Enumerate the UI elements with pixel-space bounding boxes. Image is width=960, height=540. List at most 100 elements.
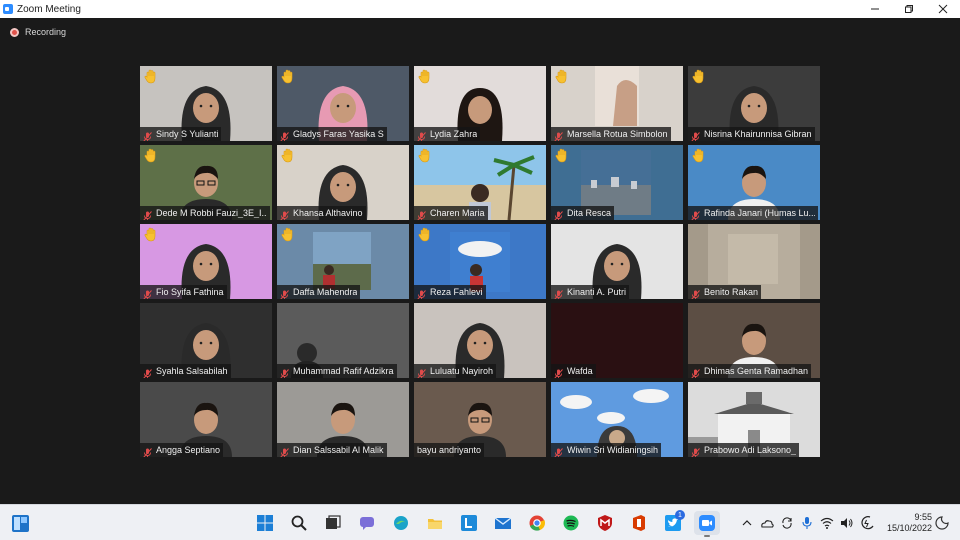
participant-tile[interactable]: Fio Syifa Fathina <box>140 224 272 299</box>
clock[interactable]: 9:55 15/10/2022 <box>880 512 932 534</box>
l-app-icon[interactable] <box>456 511 482 535</box>
muted-microphone-icon <box>143 129 152 141</box>
participant-name: Dita Resca <box>567 208 612 218</box>
recording-icon <box>10 27 19 37</box>
participant-name: Rafinda Janari (Humas Lu... <box>704 208 815 218</box>
chevron-up-icon[interactable] <box>740 516 754 530</box>
mcafee-icon[interactable] <box>592 511 618 535</box>
system-tray <box>740 511 874 535</box>
raised-hand-icon <box>144 69 158 84</box>
participant-name: Syahla Salsabilah <box>156 366 228 376</box>
participant-name: Dede M Robbi Fauzi_3E_I... <box>156 208 267 218</box>
participant-name: Wafda <box>567 366 593 376</box>
participant-tile[interactable]: Lydia Zahra <box>414 66 546 141</box>
volume-icon[interactable] <box>840 516 854 530</box>
participant-tile[interactable]: Angga Septiano <box>140 382 272 457</box>
notification-icon[interactable] <box>935 516 949 530</box>
raised-hand-icon <box>418 148 432 163</box>
participant-tile[interactable]: Wiwin Sri Widianingsih <box>551 382 683 457</box>
participant-tile[interactable]: Prabowo Adi Laksono_ <box>688 382 820 457</box>
participant-name: Muhammad Rafif Adzikra <box>293 366 394 376</box>
participant-tile[interactable]: Daffa Mahendra <box>277 224 409 299</box>
participant-name: Prabowo Adi Laksono_ <box>704 445 797 455</box>
onedrive-icon[interactable] <box>760 516 774 530</box>
participant-nameplate: Luluatu Nayiroh <box>414 364 497 378</box>
task-view-icon[interactable] <box>320 511 346 535</box>
participant-tile[interactable]: Sindy S Yulianti <box>140 66 272 141</box>
muted-microphone-icon <box>554 129 563 141</box>
window-controls <box>858 0 960 18</box>
participant-nameplate: Fio Syifa Fathina <box>140 285 227 299</box>
search-icon[interactable] <box>286 511 312 535</box>
chat-icon[interactable] <box>354 511 380 535</box>
microphone-icon[interactable] <box>800 516 814 530</box>
notification-badge: 1 <box>675 510 685 520</box>
participant-name: Nisrina Khairunnisa Gibran <box>704 129 812 139</box>
participant-name: Marsella Rotua Simbolon <box>567 129 668 139</box>
muted-microphone-icon <box>554 445 563 457</box>
participant-name: Angga Septiano <box>156 445 221 455</box>
participant-tile[interactable]: Marsella Rotua Simbolon <box>551 66 683 141</box>
participant-tile[interactable]: Khansa Althavino <box>277 145 409 220</box>
muted-microphone-icon <box>691 445 700 457</box>
zoom-icon[interactable] <box>694 511 720 537</box>
twitter-icon[interactable]: 1 <box>660 510 686 535</box>
participant-tile[interactable]: Nisrina Khairunnisa Gibran <box>688 66 820 141</box>
office-icon[interactable] <box>626 511 652 535</box>
participant-tile[interactable]: Rafinda Janari (Humas Lu... <box>688 145 820 220</box>
wifi-icon[interactable] <box>820 516 834 530</box>
muted-microphone-icon <box>143 445 152 457</box>
participant-tile[interactable]: Dian Salssabil Al Malik <box>277 382 409 457</box>
maximize-button[interactable] <box>892 0 926 18</box>
raised-hand-icon <box>144 148 158 163</box>
participant-tile[interactable]: Luluatu Nayiroh <box>414 303 546 378</box>
taskbar-apps: 1 <box>252 510 720 537</box>
minimize-icon <box>871 8 879 10</box>
participant-nameplate: Muhammad Rafif Adzikra <box>277 364 397 378</box>
file-explorer-icon[interactable] <box>422 511 448 535</box>
recording-indicator[interactable]: Recording <box>10 27 66 37</box>
muted-microphone-icon <box>691 366 700 378</box>
spotify-icon[interactable] <box>558 511 584 535</box>
participant-nameplate: Reza Fahlevi <box>414 285 486 299</box>
minimize-button[interactable] <box>858 0 892 18</box>
muted-microphone-icon <box>280 366 289 378</box>
battery-icon[interactable] <box>860 516 874 530</box>
participant-nameplate: Nisrina Khairunnisa Gibran <box>688 127 815 141</box>
clock-time: 9:55 <box>914 512 932 522</box>
chrome-icon[interactable] <box>524 511 550 535</box>
participant-nameplate: bayu andriyanto <box>414 443 485 457</box>
muted-microphone-icon <box>691 208 700 220</box>
edge-icon[interactable] <box>388 511 414 535</box>
muted-microphone-icon <box>280 208 289 220</box>
participant-nameplate: Daffa Mahendra <box>277 285 361 299</box>
muted-microphone-icon <box>280 445 289 457</box>
participant-tile[interactable]: Wafda <box>551 303 683 378</box>
sync-icon[interactable] <box>780 516 794 530</box>
participant-tile[interactable]: Muhammad Rafif Adzikra <box>277 303 409 378</box>
start-icon[interactable] <box>252 511 278 535</box>
participant-tile[interactable]: Dhimas Genta Ramadhan <box>688 303 820 378</box>
muted-microphone-icon <box>280 287 289 299</box>
raised-hand-icon <box>418 69 432 84</box>
participant-nameplate: Dede M Robbi Fauzi_3E_I... <box>140 206 270 220</box>
participant-tile[interactable]: Dede M Robbi Fauzi_3E_I... <box>140 145 272 220</box>
mail-icon[interactable] <box>490 511 516 535</box>
participant-tile[interactable]: Benito Rakan <box>688 224 820 299</box>
participant-tile[interactable]: bayu andriyanto <box>414 382 546 457</box>
widgets-icon[interactable] <box>11 514 30 533</box>
participant-tile[interactable]: Dita Resca <box>551 145 683 220</box>
participant-tile[interactable]: Gladys Faras Yasika S <box>277 66 409 141</box>
raised-hand-icon <box>692 148 706 163</box>
close-button[interactable] <box>926 0 960 18</box>
participant-nameplate: Khansa Althavino <box>277 206 366 220</box>
participant-tile[interactable]: Syahla Salsabilah <box>140 303 272 378</box>
participant-nameplate: Wafda <box>551 364 596 378</box>
participant-tile[interactable]: Charen Maria <box>414 145 546 220</box>
participant-nameplate: Wiwin Sri Widianingsih <box>551 443 662 457</box>
participant-tile[interactable]: Kinanti A. Putri <box>551 224 683 299</box>
participant-tile[interactable]: Reza Fahlevi <box>414 224 546 299</box>
participant-nameplate: Dhimas Genta Ramadhan <box>688 364 812 378</box>
participant-name: Reza Fahlevi <box>430 287 483 297</box>
participant-nameplate: Marsella Rotua Simbolon <box>551 127 671 141</box>
